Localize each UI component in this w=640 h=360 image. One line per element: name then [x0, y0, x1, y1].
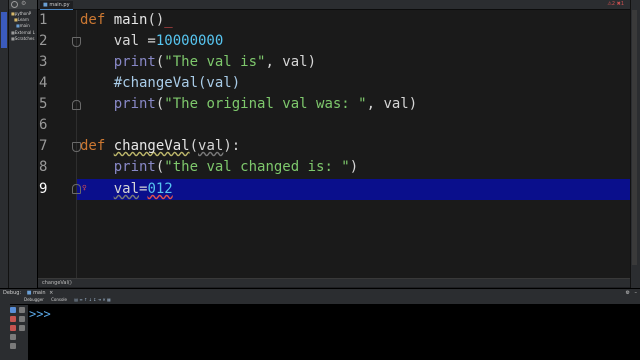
- target-icon[interactable]: [11, 1, 18, 8]
- code-line-5: print("The original val was: ", val): [80, 96, 418, 112]
- console-prompt: >>>: [29, 307, 51, 321]
- code-line-4: #changeVal(val): [80, 75, 241, 91]
- line-number-current: 9: [39, 181, 48, 197]
- code-line-7: def changeVal(val):: [80, 138, 241, 154]
- line-number: 4: [39, 75, 48, 91]
- project-scratches[interactable]: ■Scratches: [11, 36, 37, 41]
- project-root[interactable]: ■pythonP: [11, 11, 37, 16]
- debug-tabs: Debugger Console ▤ ≡ ↑ ↓ ↧ ⇥ ✕ ▦: [10, 296, 640, 305]
- project-tool-tab[interactable]: [1, 12, 7, 48]
- project-toolbar: ⚙: [9, 0, 37, 9]
- stop-icon[interactable]: [10, 316, 16, 322]
- line-number: 1: [39, 12, 48, 28]
- line-number: 2: [39, 33, 48, 49]
- project-folder-learn[interactable]: ■Learn: [14, 17, 40, 22]
- settings-icon[interactable]: [10, 343, 16, 349]
- code-line-3: print("The val is", val): [80, 54, 317, 70]
- console-toolbar-icons[interactable]: ▤ ≡ ↑ ↓ ↧ ⇥ ✕ ▦: [74, 297, 111, 302]
- code-line-1: def main()_: [80, 12, 173, 28]
- console-output[interactable]: [28, 305, 640, 360]
- settings-icon[interactable]: ⚙: [21, 1, 26, 7]
- code-line-9: val=012: [113, 181, 173, 197]
- line-number: 6: [39, 117, 48, 133]
- pause-icon[interactable]: [19, 307, 25, 313]
- editor-tab-bar: ■ main.py ⚠2 ✖1: [38, 0, 630, 10]
- editor-scrollbar[interactable]: [632, 10, 637, 265]
- code-line-2: val =10000000: [80, 33, 224, 49]
- pin-icon[interactable]: [19, 325, 25, 331]
- resume-icon[interactable]: [10, 307, 16, 313]
- code-line-8: print("the val changed is: "): [80, 159, 359, 175]
- tab-main-py[interactable]: ■ main.py: [40, 1, 73, 10]
- breakpoints-icon[interactable]: [10, 325, 16, 331]
- tab-debugger[interactable]: Debugger: [24, 297, 44, 302]
- project-external-libraries[interactable]: ■External L: [11, 30, 37, 35]
- line-number: 3: [39, 54, 48, 70]
- debug-toolbar: [0, 296, 29, 360]
- breadcrumb[interactable]: changeVal(): [38, 278, 630, 287]
- editor-gutter: 1 2 3 4 5 6 7 8 9 ♀: [38, 10, 87, 278]
- project-panel: ⚙ ■pythonP ■Learn ■main ■External L ■Scr…: [9, 0, 38, 290]
- line-number: 7: [39, 138, 48, 154]
- tab-console[interactable]: Console: [51, 297, 67, 302]
- mute-breakpoints-icon[interactable]: [10, 334, 16, 340]
- line-number: 5: [39, 96, 48, 112]
- inspection-summary[interactable]: ⚠2 ✖1: [607, 1, 624, 7]
- clear-icon[interactable]: [19, 316, 25, 322]
- line-number: 8: [39, 159, 48, 175]
